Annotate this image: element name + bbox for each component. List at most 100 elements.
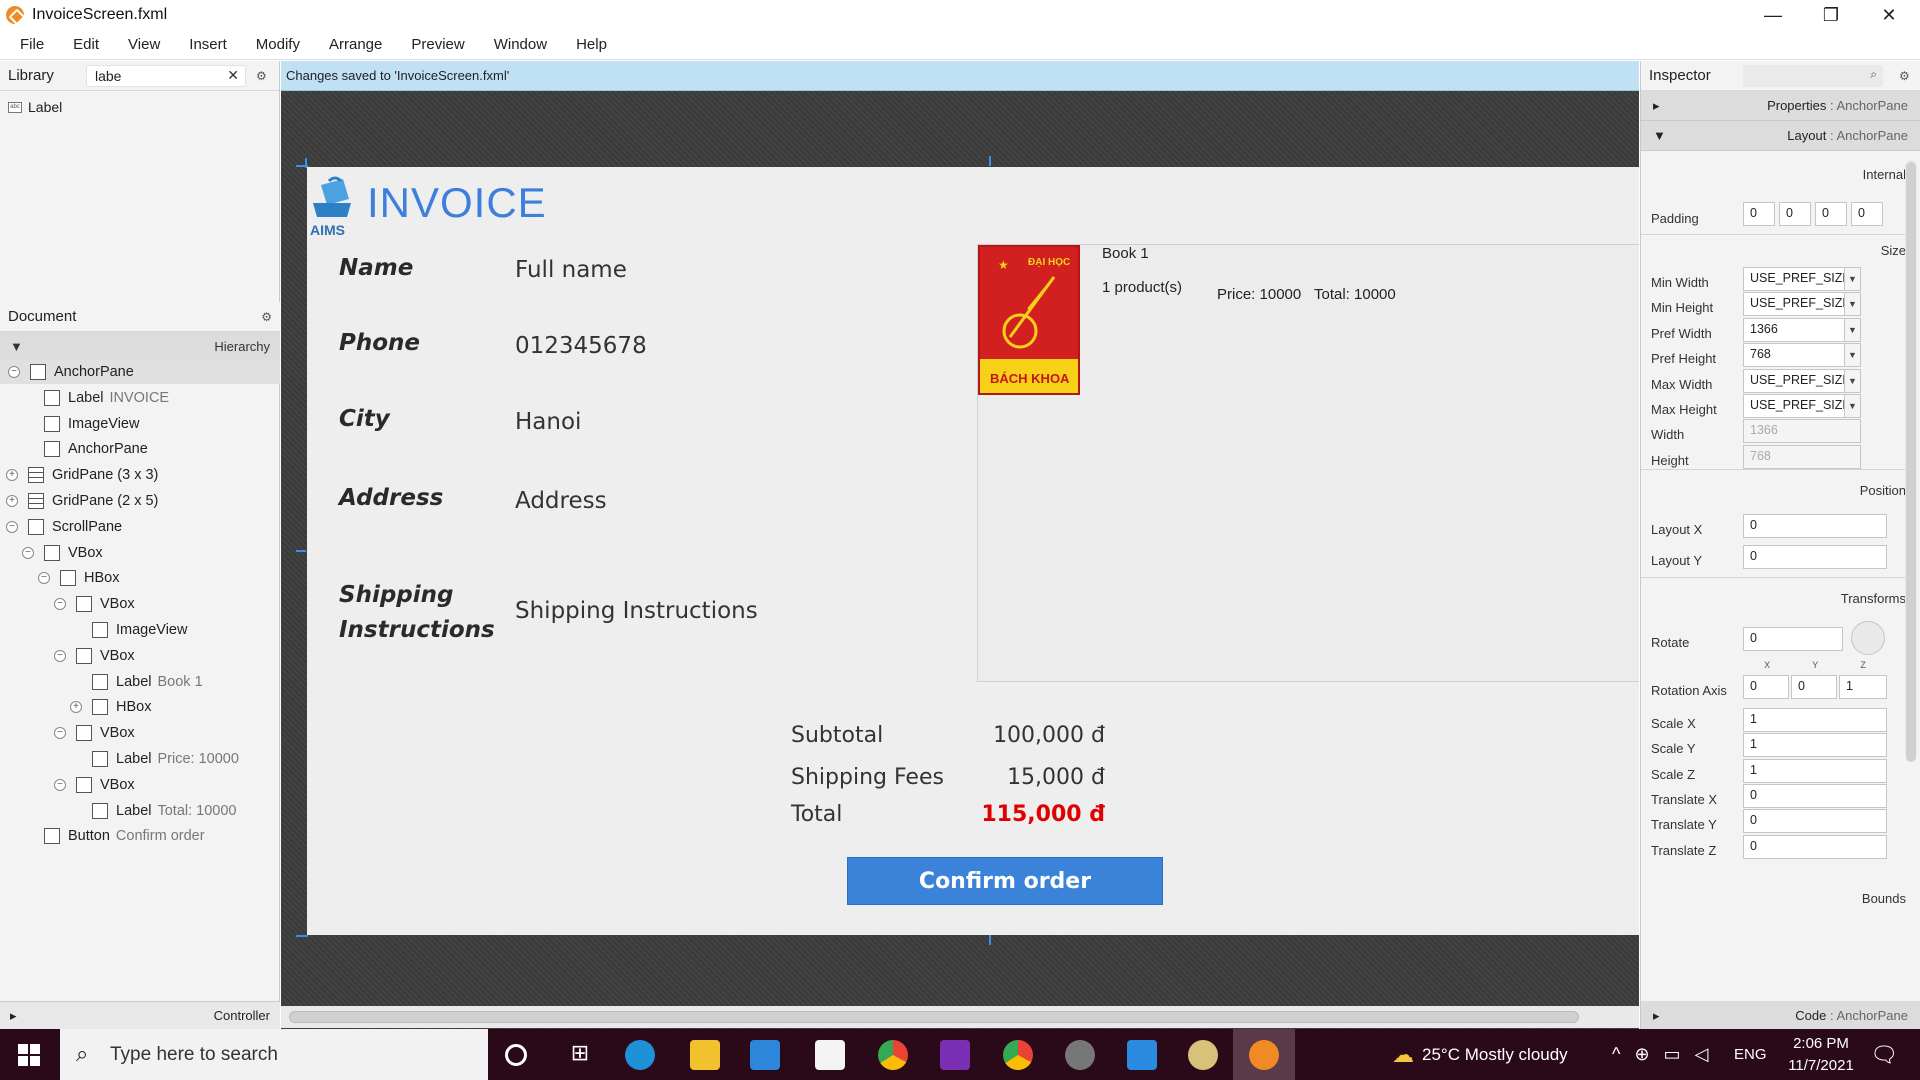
- close-button[interactable]: ✕: [1860, 0, 1918, 30]
- menu-view[interactable]: View: [118, 36, 170, 53]
- padding-top-field[interactable]: 0: [1743, 202, 1775, 226]
- rotation-axis-x-field[interactable]: 0: [1743, 675, 1789, 699]
- hierarchy-row[interactable]: Button Confirm order: [0, 824, 280, 848]
- transform-row-field[interactable]: 0: [1743, 834, 1887, 859]
- collapse-icon[interactable]: −: [54, 778, 66, 791]
- menu-edit[interactable]: Edit: [63, 36, 109, 53]
- padding-bottom-field[interactable]: 0: [1815, 202, 1847, 226]
- invoice-anchorpane[interactable]: AIMS INVOICE Name Full name Phone 012345…: [307, 167, 1639, 935]
- dropdown-arrow-icon[interactable]: ▼: [1844, 369, 1860, 392]
- expand-triangle-icon[interactable]: ▸: [10, 1008, 17, 1024]
- onenote-icon[interactable]: [940, 1040, 970, 1070]
- paint-icon[interactable]: [1188, 1040, 1218, 1070]
- chrome-profile-icon[interactable]: [1003, 1040, 1033, 1070]
- hierarchy-row[interactable]: Label Price: 10000: [0, 747, 280, 771]
- transform-row-field[interactable]: 0: [1743, 783, 1887, 808]
- controller-bar[interactable]: ▸ Controller: [0, 1001, 280, 1029]
- scrollbar-thumb[interactable]: [1906, 162, 1916, 762]
- mail-icon[interactable]: [750, 1040, 780, 1070]
- library-item-label[interactable]: abc Label: [8, 99, 62, 115]
- hierarchy-row[interactable]: − AnchorPane: [0, 360, 280, 384]
- rotation-axis-z-field[interactable]: 1: [1839, 675, 1887, 699]
- padding-right-field[interactable]: 0: [1779, 202, 1811, 226]
- hierarchy-row[interactable]: Label INVOICE: [0, 386, 280, 410]
- selection-handle[interactable]: [989, 156, 991, 166]
- collapse-icon[interactable]: −: [8, 366, 20, 378]
- hierarchy-row[interactable]: ImageView: [0, 412, 280, 436]
- hierarchy-row[interactable]: − VBox: [0, 721, 280, 745]
- collapse-icon[interactable]: −: [54, 598, 66, 611]
- task-view-icon[interactable]: ⊞: [565, 1040, 595, 1070]
- language-indicator[interactable]: ENG: [1734, 1029, 1767, 1080]
- chrome-icon[interactable]: [878, 1040, 908, 1070]
- minimize-button[interactable]: —: [1744, 0, 1802, 30]
- layout-section[interactable]: ▼ Layout : AnchorPane: [1641, 121, 1920, 151]
- selection-handle[interactable]: [296, 935, 308, 937]
- dropdown-arrow-icon[interactable]: ▼: [1844, 344, 1860, 367]
- inspector-scrollbar[interactable]: [1905, 160, 1917, 762]
- hierarchy-row[interactable]: + HBox: [0, 695, 280, 719]
- hierarchy-row[interactable]: + GridPane (3 x 3): [0, 463, 280, 487]
- hierarchy-bar[interactable]: ▼ Hierarchy: [0, 332, 280, 360]
- padding-left-field[interactable]: 0: [1851, 202, 1883, 226]
- dropdown-arrow-icon[interactable]: ▼: [1844, 293, 1860, 316]
- cortana-icon[interactable]: [505, 1044, 527, 1066]
- hierarchy-row[interactable]: − VBox: [0, 773, 280, 797]
- size-row-field[interactable]: 768 ▼: [1743, 343, 1861, 368]
- confirm-order-button[interactable]: Confirm order: [847, 857, 1163, 905]
- size-row-field[interactable]: USE_PREF_SIZE ▼: [1743, 394, 1861, 418]
- hierarchy-row[interactable]: + GridPane (2 x 5): [0, 489, 280, 513]
- hierarchy-row[interactable]: ImageView: [0, 618, 280, 642]
- size-row-field[interactable]: USE_PREF_SIZE ▼: [1743, 292, 1861, 317]
- menu-preview[interactable]: Preview: [401, 36, 474, 53]
- product-scrollpane[interactable]: ★ ĐẠI HỌC BÁCH KHOA Book 1 1 product(s) …: [977, 244, 1639, 682]
- inspector-gear-icon[interactable]: ⚙: [1899, 69, 1910, 83]
- volume-icon[interactable]: ◁: [1695, 1044, 1709, 1065]
- rotation-axis-y-field[interactable]: 0: [1791, 675, 1837, 699]
- collapse-icon[interactable]: −: [54, 727, 66, 740]
- hierarchy-row[interactable]: Label Total: 10000: [0, 799, 280, 823]
- hierarchy-row[interactable]: − HBox: [0, 566, 280, 590]
- clock[interactable]: 2:06 PM 11/7/2021: [1776, 1029, 1866, 1080]
- scene-builder-taskbar-button[interactable]: [1233, 1029, 1295, 1080]
- rotate-dial[interactable]: [1851, 621, 1885, 655]
- menu-modify[interactable]: Modify: [246, 36, 310, 53]
- dropdown-arrow-icon[interactable]: ▼: [1844, 268, 1860, 290]
- selection-handle[interactable]: [989, 935, 991, 945]
- collapse-triangle-icon[interactable]: ▼: [10, 339, 23, 354]
- menu-insert[interactable]: Insert: [179, 36, 237, 53]
- code-section[interactable]: ▸ Code : AnchorPane: [1641, 1001, 1920, 1031]
- expand-icon[interactable]: +: [6, 469, 18, 482]
- hierarchy-row[interactable]: Label Book 1: [0, 670, 280, 694]
- library-search-value[interactable]: labe: [95, 68, 121, 84]
- size-row-field[interactable]: USE_PREF_SIZE ▼: [1743, 368, 1861, 393]
- dropdown-arrow-icon[interactable]: ▼: [1844, 318, 1860, 341]
- size-row-field[interactable]: 1366 ▼: [1743, 317, 1861, 342]
- restore-button[interactable]: ❐: [1802, 0, 1860, 30]
- size-row-field[interactable]: USE_PREF_SIZE ▼: [1743, 267, 1861, 291]
- hierarchy-row[interactable]: − VBox: [0, 541, 280, 565]
- hierarchy-row[interactable]: AnchorPane: [0, 437, 280, 461]
- properties-section[interactable]: ▸ Properties : AnchorPane: [1641, 91, 1920, 121]
- layout-x-field[interactable]: 0: [1743, 514, 1887, 538]
- library-search-input[interactable]: labe ✕: [86, 65, 246, 87]
- rotate-field[interactable]: 0: [1743, 627, 1843, 651]
- settings-gear-icon[interactable]: [1065, 1040, 1095, 1070]
- hierarchy-row[interactable]: − VBox: [0, 644, 280, 668]
- expand-triangle-icon[interactable]: ▸: [1653, 1008, 1660, 1024]
- expand-triangle-icon[interactable]: ▸: [1653, 98, 1660, 114]
- menu-window[interactable]: Window: [484, 36, 557, 53]
- expand-icon[interactable]: +: [70, 701, 82, 714]
- vscode-icon[interactable]: [1127, 1040, 1157, 1070]
- transform-row-field[interactable]: 1: [1743, 708, 1887, 732]
- transform-row-field[interactable]: 1: [1743, 758, 1887, 783]
- collapse-icon[interactable]: −: [38, 572, 50, 585]
- document-gear-icon[interactable]: ⚙: [261, 310, 272, 324]
- hierarchy-row[interactable]: − VBox: [0, 592, 280, 616]
- transform-row-field[interactable]: 0: [1743, 809, 1887, 834]
- menu-file[interactable]: File: [10, 36, 54, 53]
- selection-handle[interactable]: [305, 158, 307, 168]
- notifications-icon[interactable]: 🗨: [1870, 1029, 1898, 1080]
- canvas-horizontal-scrollbar[interactable]: [281, 1006, 1639, 1028]
- battery-icon[interactable]: ▭: [1664, 1044, 1681, 1065]
